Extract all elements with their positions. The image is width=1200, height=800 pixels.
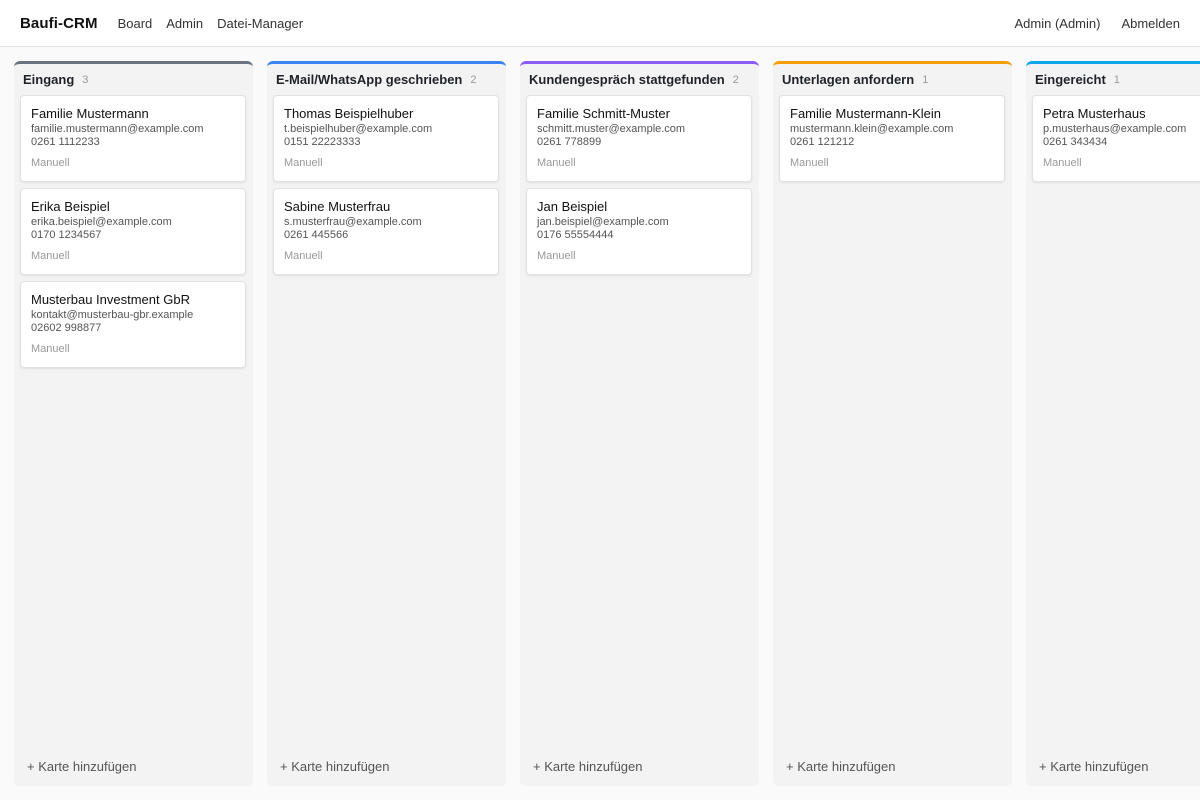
card-email: erika.beispiel@example.com	[31, 216, 172, 228]
card-source: Manuell	[284, 157, 323, 169]
card-name: Familie Schmitt-Muster	[537, 106, 670, 121]
card-name: Petra Musterhaus	[1043, 106, 1146, 121]
column-header: Kundengespräch stattgefunden 2	[520, 64, 759, 95]
column-count: 3	[82, 73, 89, 86]
column-eingereicht: Eingereicht 1 Petra Musterhaus p.musterh…	[1026, 61, 1200, 786]
card-phone: 0261 778899	[537, 136, 602, 148]
card-source: Manuell	[31, 157, 70, 169]
card-name: Erika Beispiel	[31, 199, 110, 214]
card-name: Thomas Beispielhuber	[284, 106, 414, 121]
lead-card[interactable]: Familie Mustermann familie.mustermann@ex…	[20, 95, 246, 182]
column-title: Eingereicht	[1035, 72, 1106, 87]
add-card-button[interactable]: + Karte hinzufügen	[533, 759, 643, 774]
column-header: Unterlagen anfordern 1	[773, 64, 1012, 95]
card-source: Manuell	[31, 343, 70, 355]
add-card-button[interactable]: + Karte hinzufügen	[280, 759, 390, 774]
column-header: Eingereicht 1	[1026, 64, 1200, 95]
nav-board[interactable]: Board	[118, 16, 153, 31]
column-title: Eingang	[23, 72, 75, 87]
card-source: Manuell	[537, 157, 576, 169]
card-source: Manuell	[1043, 157, 1082, 169]
card-phone: 0176 55554444	[537, 229, 614, 241]
card-phone: 0151 22223333	[284, 136, 361, 148]
card-name: Sabine Musterfrau	[284, 199, 391, 214]
column-title: Unterlagen anfordern	[782, 72, 915, 87]
card-email: p.musterhaus@example.com	[1043, 123, 1187, 135]
card-source: Manuell	[284, 250, 323, 262]
kanban-board: Eingang 3 Familie Mustermann familie.mus…	[14, 61, 1200, 786]
card-name: Familie Mustermann	[31, 106, 149, 121]
card-source: Manuell	[31, 250, 70, 262]
add-card-button[interactable]: + Karte hinzufügen	[1039, 759, 1149, 774]
column-count: 2	[732, 73, 739, 86]
card-phone: 02602 998877	[31, 322, 102, 334]
card-phone: 0261 445566	[284, 229, 349, 241]
lead-card[interactable]: Familie Mustermann-Klein mustermann.klei…	[779, 95, 1005, 182]
nav-file-manager[interactable]: Datei-Manager	[217, 16, 303, 31]
column-kundengespraech: Kundengespräch stattgefunden 2 Familie S…	[520, 61, 759, 786]
card-name: Familie Mustermann-Klein	[790, 106, 941, 121]
card-email: familie.mustermann@example.com	[31, 123, 204, 135]
add-card-button[interactable]: + Karte hinzufügen	[27, 759, 137, 774]
lead-card[interactable]: Petra Musterhaus p.musterhaus@example.co…	[1032, 95, 1200, 182]
lead-card[interactable]: Musterbau Investment GbR kontakt@musterb…	[20, 281, 246, 368]
current-user: Admin (Admin)	[1014, 15, 1101, 31]
lead-card[interactable]: Familie Schmitt-Muster schmitt.muster@ex…	[526, 95, 752, 182]
column-title: Kundengespräch stattgefunden	[529, 72, 725, 87]
column-title: E-Mail/WhatsApp geschrieben	[276, 72, 463, 87]
card-name: Musterbau Investment GbR	[31, 292, 190, 307]
app-logo[interactable]: Baufi-CRM	[20, 15, 98, 32]
card-source: Manuell	[537, 250, 576, 262]
column-unterlagen-anfordern: Unterlagen anfordern 1 Familie Musterman…	[773, 61, 1012, 786]
card-email: jan.beispiel@example.com	[537, 216, 669, 228]
column-count: 1	[922, 73, 929, 86]
user-area: Admin (Admin) Abmelden	[1014, 16, 1180, 31]
column-count: 1	[1113, 73, 1120, 86]
card-name: Jan Beispiel	[537, 199, 608, 214]
logout-link[interactable]: Abmelden	[1121, 16, 1180, 31]
card-source: Manuell	[790, 157, 829, 169]
column-email-whatsapp: E-Mail/WhatsApp geschrieben 2 Thomas Bei…	[267, 61, 506, 786]
card-email: t.beispielhuber@example.com	[284, 123, 433, 135]
column-eingang: Eingang 3 Familie Mustermann familie.mus…	[14, 61, 253, 786]
main-nav: Board Admin Datei-Manager	[118, 16, 318, 31]
card-phone: 0261 121212	[790, 136, 855, 148]
card-email: s.musterfrau@example.com	[284, 216, 422, 228]
card-phone: 0261 343434	[1043, 136, 1108, 148]
add-card-button[interactable]: + Karte hinzufügen	[786, 759, 896, 774]
lead-card[interactable]: Sabine Musterfrau s.musterfrau@example.c…	[273, 188, 499, 275]
lead-card[interactable]: Jan Beispiel jan.beispiel@example.com 01…	[526, 188, 752, 275]
column-header: Eingang 3	[14, 64, 253, 95]
column-header: E-Mail/WhatsApp geschrieben 2	[267, 64, 506, 95]
lead-card[interactable]: Thomas Beispielhuber t.beispielhuber@exa…	[273, 95, 499, 182]
card-email: mustermann.klein@example.com	[790, 123, 954, 135]
lead-card[interactable]: Erika Beispiel erika.beispiel@example.co…	[20, 188, 246, 275]
card-phone: 0170 1234567	[31, 229, 102, 241]
card-email: kontakt@musterbau-gbr.example	[31, 309, 194, 321]
top-navigation-bar: Baufi-CRM Board Admin Datei-Manager Admi…	[0, 0, 1200, 47]
nav-admin[interactable]: Admin	[166, 16, 203, 31]
column-count: 2	[470, 73, 477, 86]
card-phone: 0261 1112233	[31, 136, 100, 148]
card-email: schmitt.muster@example.com	[537, 123, 686, 135]
